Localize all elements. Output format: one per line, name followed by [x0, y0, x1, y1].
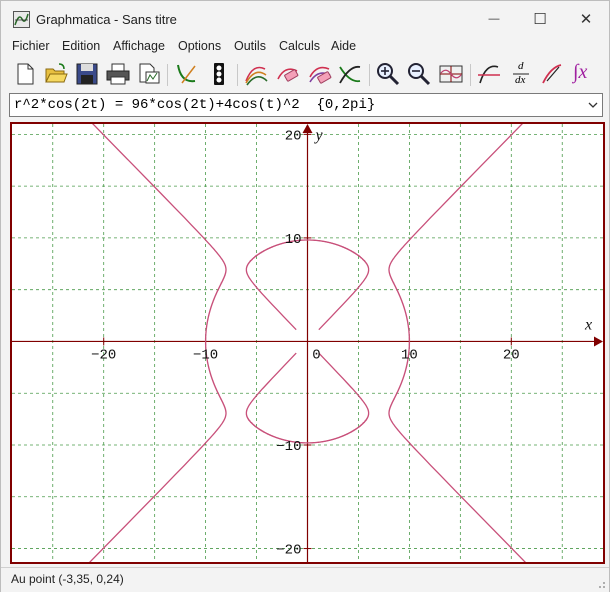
graph-area[interactable]: −20 −10 0 10 20 20 10 −10 −20 x y [10, 122, 605, 564]
zoom-in-icon [377, 63, 400, 86]
traffic-light-button[interactable] [206, 61, 232, 87]
save-disk-icon [76, 63, 98, 85]
maximize-button[interactable]: ☐ [517, 1, 563, 37]
erase-curve-icon [277, 68, 299, 82]
new-file-button[interactable] [12, 61, 38, 87]
menu-bar: Fichier Edition Affichage Options Outils… [1, 37, 609, 57]
toolbar-separator [470, 64, 471, 86]
equation-input[interactable]: r^2*cos(2t) = 96*cos(2t)+4cos(t)^2 {0,2p… [9, 93, 603, 117]
intersection-icon [339, 65, 361, 84]
zoom-out-icon [408, 63, 431, 86]
x-tick-label: 20 [503, 347, 520, 363]
new-file-icon [17, 63, 34, 85]
y-tick-label: 10 [285, 232, 302, 248]
graphmatica-window: Graphmatica - Sans titre — ☐ ✕ Fichier E… [0, 0, 610, 592]
curve-segment [388, 124, 523, 342]
y-axis-arrow [302, 124, 313, 133]
print-button[interactable] [105, 61, 131, 87]
x-tick-label: 10 [401, 347, 418, 363]
tangent-icon [478, 65, 500, 84]
erase-all-icon [309, 66, 332, 84]
graph-curve-icon [177, 64, 196, 84]
window-title: Graphmatica - Sans titre [36, 12, 177, 27]
menu-aide[interactable]: Aide [331, 39, 356, 53]
tangent-button[interactable] [476, 61, 502, 87]
maximize-icon: ☐ [533, 11, 547, 28]
close-icon: ✕ [579, 11, 593, 28]
erase-all-button[interactable] [307, 61, 333, 87]
menu-calculs[interactable]: Calculs [279, 39, 320, 53]
menu-edition[interactable]: Edition [62, 39, 100, 53]
title-bar: Graphmatica - Sans titre — ☐ ✕ [1, 1, 609, 37]
copy-graph-button[interactable] [136, 61, 162, 87]
curve-segment [89, 124, 227, 562]
y-tick-label: −20 [276, 543, 301, 559]
status-bar: Au point (-3,35, 0,24) [1, 567, 609, 592]
derivative-label-bottom: dx [515, 74, 526, 86]
graph-button[interactable] [173, 61, 199, 87]
multi-curve-icon [245, 66, 268, 86]
derivative-button[interactable]: d dx [508, 60, 534, 87]
toolbar: d dx ∫x [1, 58, 609, 92]
grid-view-icon [439, 65, 463, 83]
copy-graph-icon [139, 63, 160, 84]
minimize-button[interactable]: — [471, 1, 517, 37]
y-tick-label: −10 [276, 439, 301, 455]
cursor-coordinates: Au point (-3,35, 0,24) [11, 572, 124, 586]
y-axis-label: y [314, 127, 324, 144]
graphmatica-app-icon [13, 11, 30, 28]
integral-icon: ∫x [573, 61, 588, 83]
erase-curve-button[interactable] [275, 61, 301, 87]
x-tick-label: −20 [91, 347, 116, 363]
graph-canvas[interactable]: −20 −10 0 10 20 20 10 −10 −20 x y [12, 124, 603, 562]
open-button[interactable] [43, 61, 69, 87]
slope-icon [542, 64, 562, 84]
menu-fichier[interactable]: Fichier [12, 39, 50, 53]
print-icon [106, 63, 130, 85]
derivative-label-top: d [518, 60, 524, 72]
zoom-out-button[interactable] [406, 61, 432, 87]
grid-view-button[interactable] [438, 61, 464, 87]
toolbar-separator [167, 64, 168, 86]
toolbar-separator [369, 64, 370, 86]
slope-button[interactable] [539, 61, 565, 87]
equation-text: r^2*cos(2t) = 96*cos(2t)+4cos(t)^2 {0,2p… [14, 97, 376, 113]
integral-button[interactable]: ∫x [569, 61, 595, 87]
x-axis-label: x [584, 316, 592, 333]
minimize-icon: — [488, 13, 500, 25]
traffic-light-icon [214, 63, 224, 85]
x-tick-label: 0 [312, 347, 320, 363]
intersection-button[interactable] [337, 61, 363, 87]
menu-affichage[interactable]: Affichage [113, 39, 165, 53]
x-tick-label: −10 [193, 347, 218, 363]
zoom-in-button[interactable] [375, 61, 401, 87]
close-button[interactable]: ✕ [563, 1, 609, 37]
open-folder-icon [45, 63, 68, 83]
save-button[interactable] [74, 61, 100, 87]
chevron-down-icon[interactable] [587, 98, 599, 112]
x-axis-arrow [594, 336, 603, 347]
menu-options[interactable]: Options [178, 39, 221, 53]
curve-segment [388, 341, 526, 562]
multi-curve-button[interactable] [243, 61, 269, 87]
menu-outils[interactable]: Outils [234, 39, 266, 53]
resize-grip-icon[interactable] [596, 579, 606, 589]
toolbar-separator [237, 64, 238, 86]
y-tick-label: 20 [285, 128, 302, 144]
